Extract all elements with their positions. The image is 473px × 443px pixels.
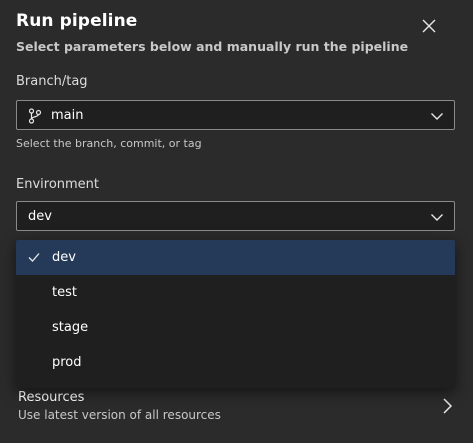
dropdown-option-stage[interactable]: stage (16, 310, 455, 345)
dropdown-option-label: test (52, 285, 77, 300)
dialog-title: Run pipeline (16, 11, 138, 31)
dropdown-option-prod[interactable]: prod (16, 345, 455, 380)
branch-select[interactable]: main (16, 100, 455, 130)
environment-dropdown: dev test stage prod (16, 240, 455, 388)
dropdown-option-test[interactable]: test (16, 275, 455, 310)
resources-row[interactable]: Resources Use latest version of all reso… (0, 388, 473, 443)
run-pipeline-panel: Run pipeline Select parameters below and… (0, 0, 473, 443)
chevron-down-icon (431, 113, 443, 120)
branch-value: main (51, 107, 84, 123)
close-icon (422, 19, 436, 33)
git-branch-icon (28, 108, 42, 124)
resources-description: Use latest version of all resources (18, 408, 221, 422)
resources-title: Resources (18, 390, 85, 405)
environment-label: Environment (16, 177, 100, 192)
close-button[interactable] (416, 13, 442, 39)
dropdown-option-label: stage (52, 320, 89, 335)
environment-value: dev (28, 208, 52, 224)
dropdown-option-label: prod (52, 355, 82, 370)
dialog-subtitle: Select parameters below and manually run… (16, 39, 409, 54)
dropdown-option-label: dev (52, 250, 76, 265)
branch-label: Branch/tag (16, 74, 88, 89)
chevron-down-icon (431, 214, 443, 221)
dropdown-option-dev[interactable]: dev (16, 240, 455, 275)
check-icon (28, 253, 40, 262)
chevron-right-icon (443, 398, 453, 414)
environment-select[interactable]: dev (16, 201, 455, 231)
branch-hint: Select the branch, commit, or tag (16, 137, 202, 150)
